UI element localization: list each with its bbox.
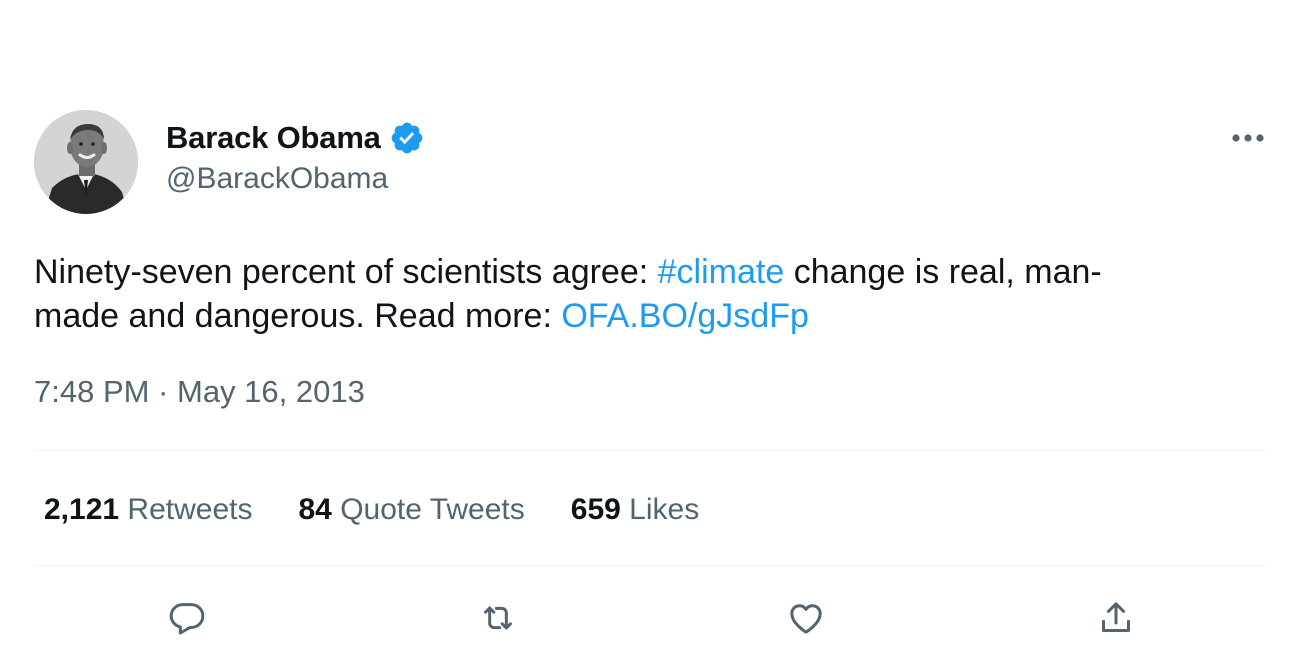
quote-tweets-label: Quote Tweets xyxy=(340,493,525,526)
tweet-text: Ninety-seven percent of scientists agree… xyxy=(34,250,1264,338)
retweets-count: 2,121 xyxy=(44,493,120,526)
tweet-text-segment: Ninety-seven percent of scientists agree… xyxy=(34,253,658,291)
likes-stat[interactable]: 659 Likes xyxy=(571,490,699,530)
tweet-timestamp[interactable]: 7:48 PM · May 16, 2013 xyxy=(34,374,365,410)
more-horizontal-icon[interactable] xyxy=(1226,124,1270,152)
tweet-text-segment: change is real, man- xyxy=(784,253,1102,291)
share-icon[interactable] xyxy=(1094,596,1138,640)
likes-count: 659 xyxy=(570,493,621,526)
hashtag-link[interactable]: #climate xyxy=(658,253,785,291)
url-link[interactable]: OFA.BO/gJsdFp xyxy=(561,297,809,335)
author-handle[interactable]: @BarackObama xyxy=(166,162,388,196)
divider xyxy=(34,450,1268,451)
tweet-text-line-1: Ninety-seven percent of scientists agree… xyxy=(34,250,1264,294)
avatar[interactable] xyxy=(34,110,138,214)
tweet-text-line-2: made and dangerous. Read more: OFA.BO/gJ… xyxy=(34,294,1264,338)
display-name[interactable]: Barack Obama xyxy=(166,120,381,156)
retweet-icon[interactable] xyxy=(476,596,520,640)
reply-icon[interactable] xyxy=(165,596,209,640)
tweet-card: Barack Obama @BarackObama Ninety-seven p… xyxy=(0,0,1300,650)
author-name-row: Barack Obama xyxy=(166,118,425,158)
likes-label: Likes xyxy=(629,493,700,526)
engagement-stats: 2,121 Retweets 84 Quote Tweets 659 Likes xyxy=(44,490,745,530)
retweets-stat[interactable]: 2,121 Retweets xyxy=(44,490,252,530)
divider xyxy=(34,565,1268,566)
heart-icon[interactable] xyxy=(784,596,828,640)
quote-tweets-stat[interactable]: 84 Quote Tweets xyxy=(298,490,524,530)
verified-badge-icon[interactable] xyxy=(389,120,425,156)
quote-tweets-count: 84 xyxy=(298,493,332,526)
retweets-label: Retweets xyxy=(127,493,253,526)
tweet-text-segment: made and dangerous. Read more: xyxy=(34,297,562,335)
